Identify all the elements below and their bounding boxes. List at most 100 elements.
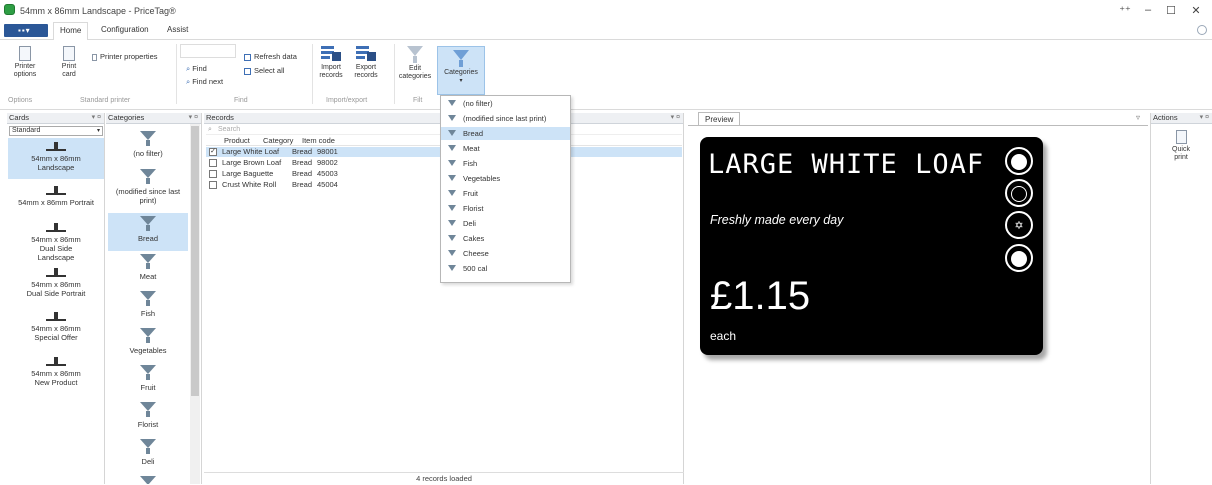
category-item[interactable]: (modified since last print) [108,166,188,210]
menu-item[interactable]: Cheese [441,247,570,260]
group-import-export-label: Import/export [326,97,368,104]
minimize-button[interactable]: – [1140,4,1156,16]
filter-icon [448,145,456,151]
ribbon: Printer options Print card Printer prope… [0,40,1212,110]
menu-item[interactable]: Fish [441,157,570,170]
tab-home[interactable]: Home [53,22,89,41]
pin-icon[interactable]: ▾ ¤ [92,113,101,123]
pin-icon[interactable]: ▾ ¤ [671,113,680,123]
filter-icon [453,50,469,60]
refresh-data-button[interactable]: Refresh data [244,52,297,61]
menu-item[interactable]: Bread [441,127,570,140]
card-tagline: Freshly made every day [710,213,844,227]
menu-item[interactable]: Fruit [441,187,570,200]
card-product-name: LARGE WHITE LOAF [708,149,985,180]
categories-dropdown-button[interactable]: Categories ▾ [437,46,485,95]
scrollbar-thumb[interactable] [191,126,199,396]
printer-options-button[interactable]: Printer options [10,46,40,79]
row-checkbox[interactable] [209,159,217,167]
row-checkbox[interactable] [209,170,217,178]
export-records-button[interactable]: Export records [351,46,381,80]
card-item[interactable]: 54mm x 86mm Dual Side Portrait [8,264,104,304]
quick-print-button[interactable]: Quick print [1165,130,1197,162]
menu-item[interactable]: Deli [441,217,570,230]
find-input[interactable] [180,44,236,58]
restore-ribbon-button[interactable]: ⁺⁺ [1117,4,1133,17]
maximize-button[interactable]: ☐ [1163,4,1179,17]
edit-categories-button[interactable]: Edit categories [398,46,432,81]
file-menu-button[interactable]: ▪▪▾ [4,24,48,37]
category-item[interactable]: Fruit [108,362,188,399]
tab-assist[interactable]: Assist [163,25,192,34]
cards-panel: Cards ▾ ¤ Standard ▾ 54mm x 86mm Landscape… [7,113,105,484]
filter-icon [140,402,156,411]
menu-item[interactable]: (modified since last print) [441,112,570,125]
print-card-button[interactable]: Print card [56,46,82,79]
search-icon: ⌕ [186,64,191,73]
window-title: 54mm x 86mm Landscape - PriceTag® [20,6,176,16]
category-item[interactable]: Fish [108,288,188,325]
printer-properties-button[interactable]: Printer properties [92,52,158,61]
category-item[interactable]: Meat [108,251,188,288]
find-button[interactable]: ⌕ Find [186,64,207,74]
vegan-badge-icon [1005,147,1033,175]
price-card: LARGE WHITE LOAF Freshly made every day … [700,137,1043,355]
filter-icon [448,160,456,166]
row-checkbox[interactable] [209,181,217,189]
preview-tab-divider [688,125,1148,126]
column-header-product[interactable]: Product [224,136,250,146]
menu-item[interactable]: Florist [441,202,570,215]
filter-icon [140,216,156,225]
preview-menu-icon[interactable]: ▿ [1136,113,1140,122]
tab-configuration[interactable]: Configuration [97,25,153,34]
card-item[interactable]: 54mm x 86mm Portrait [8,182,104,214]
card-item[interactable]: 54mm x 86mm Special Offer [8,308,104,348]
card-item[interactable]: 54mm x 86mm Dual Side Landscape [8,219,104,262]
pin-icon[interactable]: ▾ ¤ [189,113,198,123]
card-set-select[interactable]: Standard ▾ [9,126,103,136]
group-separator [394,44,395,104]
categories-scrollbar[interactable] [190,124,200,484]
refresh-icon [244,53,251,61]
group-find-label: Find [234,97,248,104]
row-checkbox[interactable]: ✓ [209,148,217,156]
card-item[interactable]: 54mm x 86mm New Product [8,353,104,393]
column-header-category[interactable]: Category [263,136,293,146]
menu-item[interactable]: Cakes [441,232,570,245]
help-icon[interactable] [1197,25,1207,35]
close-button[interactable]: ✕ [1188,4,1204,17]
category-item[interactable]: (no filter) [108,128,188,166]
filter-icon [140,169,156,178]
menu-item[interactable]: 500 cal [441,262,570,275]
card-layout-icon [46,142,66,151]
group-separator [176,44,177,104]
filter-icon [448,175,456,181]
category-item[interactable]: Deli [108,436,188,473]
menu-item[interactable]: Meat [441,142,570,155]
import-records-button[interactable]: Import records [316,46,346,80]
cards-panel-header: Cards ▾ ¤ [7,113,104,124]
pin-icon[interactable]: ▾ ¤ [1200,113,1209,123]
group-filter-label: Filt [413,97,423,104]
filter-icon [448,130,456,136]
tab-preview[interactable]: Preview [698,112,740,125]
menu-item[interactable]: (no filter) [441,97,570,110]
filter-icon [140,291,156,300]
filter-icon [448,205,456,211]
filter-icon [140,365,156,374]
category-item[interactable]: Florist [108,399,188,436]
group-standard-printer-label: Standard printer [80,97,131,104]
category-item[interactable] [108,473,188,484]
category-item[interactable]: Vegetables [108,325,188,362]
menu-item[interactable]: Vegetables [441,172,570,185]
select-all-button[interactable]: Select all [244,66,284,75]
column-header-item-code[interactable]: Item code [302,136,335,146]
card-item[interactable]: 54mm x 86mm Landscape [8,138,104,179]
categories-panel-header: Categories ▾ ¤ [106,113,201,124]
category-item[interactable]: Bread [108,213,188,251]
chevron-down-icon: ▾ [96,128,100,134]
card-layout-icon [46,357,66,366]
find-next-button[interactable]: ⌕ Find next [186,77,223,87]
printer-icon [19,46,31,61]
categories-panel: Categories ▾ ¤ (no filter) (modified sinc… [106,113,202,484]
